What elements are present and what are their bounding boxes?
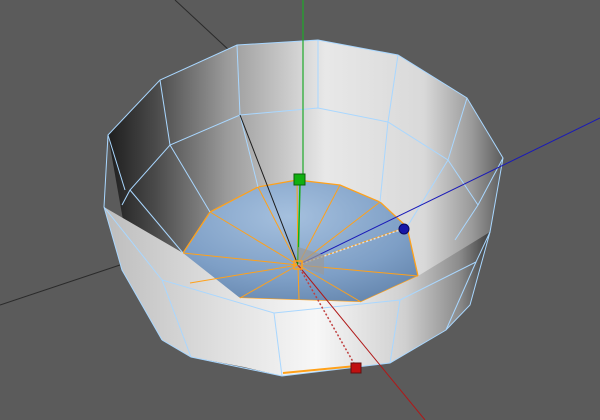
gizmo-x-handle[interactable] [350, 362, 362, 374]
gizmo-z-handle[interactable] [398, 223, 410, 235]
gizmo-y-handle[interactable] [293, 173, 306, 186]
viewport-canvas[interactable] [0, 0, 600, 420]
3d-viewport[interactable] [0, 0, 600, 420]
grid-line [0, 264, 121, 306]
